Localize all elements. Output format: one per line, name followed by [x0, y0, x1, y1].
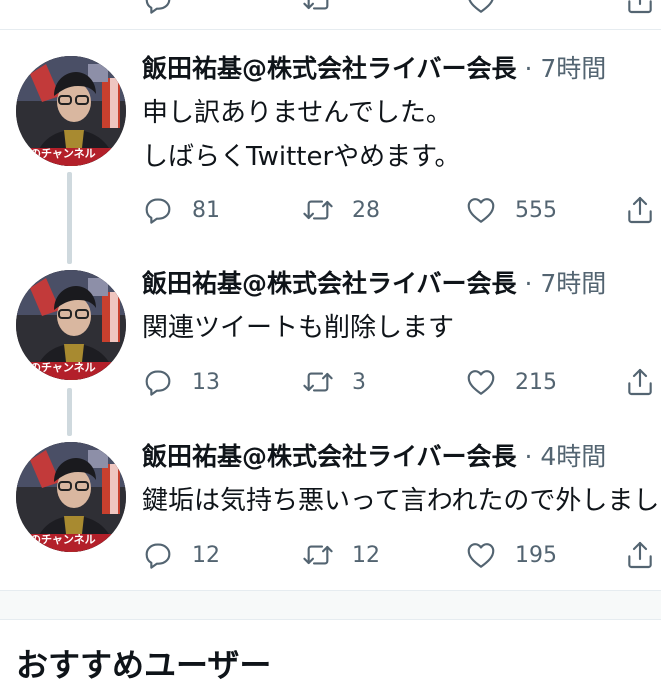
display-name[interactable]: 飯田祐基@株式会社ライバー会長	[142, 442, 517, 471]
retweet-count: 3	[352, 369, 366, 395]
like-button[interactable]: 555	[465, 190, 557, 230]
timestamp[interactable]: 4時間	[540, 442, 606, 471]
share-icon	[624, 194, 656, 226]
share-icon	[624, 539, 656, 571]
like-button[interactable]: 215	[465, 362, 557, 402]
thread-connector	[67, 172, 72, 264]
share-icon	[624, 366, 656, 398]
tweet-action-bar: 81 28 555	[142, 190, 661, 230]
share-button[interactable]	[624, 535, 656, 575]
reply-button[interactable]: 12	[142, 535, 220, 575]
retweet-icon[interactable]	[302, 0, 334, 20]
section-title: おすすめユーザー	[16, 646, 272, 684]
thread-connector	[67, 388, 72, 436]
share-icon[interactable]	[624, 0, 656, 20]
separator: ·	[524, 54, 533, 83]
timestamp[interactable]: 7時間	[540, 54, 606, 83]
display-name[interactable]: 飯田祐基@株式会社ライバー会長	[142, 269, 517, 298]
reply-icon	[142, 366, 174, 398]
like-count: 555	[515, 197, 557, 223]
reply-button[interactable]: 13	[142, 362, 220, 402]
share-button[interactable]	[624, 362, 656, 402]
reply-button[interactable]: 81	[142, 190, 220, 230]
share-button[interactable]	[624, 190, 656, 230]
retweet-count: 17	[355, 0, 383, 5]
divider	[0, 29, 661, 30]
avatar-caption: のチャンネル	[30, 533, 96, 546]
like-count: 215	[515, 369, 557, 395]
tweet-text-line: 申し訳ありませんでした。	[142, 98, 452, 128]
avatar-caption: のチャンネル	[30, 361, 96, 374]
reply-icon	[142, 194, 174, 226]
retweet-count: 28	[352, 197, 380, 223]
retweet-icon	[302, 366, 334, 398]
avatar[interactable]: のチャンネル	[16, 442, 126, 552]
reply-icon[interactable]	[142, 0, 174, 20]
like-icon	[465, 366, 497, 398]
like-button[interactable]: 195	[465, 535, 557, 575]
tweet-action-bar: 13 3 215	[142, 362, 661, 402]
reply-count: 81	[192, 197, 220, 223]
retweet-count: 12	[352, 542, 380, 568]
tweet-header: 飯田祐基@株式会社ライバー会長 · 4時間	[142, 440, 606, 474]
like-icon	[465, 194, 497, 226]
tweet-header: 飯田祐基@株式会社ライバー会長 · 7時間	[142, 52, 606, 86]
reply-count: 13	[192, 369, 220, 395]
retweet-button[interactable]: 12	[302, 535, 380, 575]
tweet-header: 飯田祐基@株式会社ライバー会長 · 7時間	[142, 267, 606, 301]
like-count: 243	[515, 0, 557, 5]
retweet-button[interactable]: 28	[302, 190, 380, 230]
avatar[interactable]: のチャンネル	[16, 56, 126, 166]
retweet-icon	[302, 194, 334, 226]
like-count: 195	[515, 542, 557, 568]
timestamp[interactable]: 7時間	[540, 269, 606, 298]
retweet-icon	[302, 539, 334, 571]
like-icon	[465, 539, 497, 571]
separator: ·	[524, 269, 533, 298]
reply-icon	[142, 539, 174, 571]
tweet-text-line: 関連ツイートも削除します	[142, 313, 455, 343]
section-separator	[0, 590, 661, 620]
avatar-caption: のチャンネル	[30, 147, 96, 160]
tweet-text-line: しばらくTwitterやめます。	[142, 142, 461, 172]
retweet-button[interactable]: 3	[302, 362, 366, 402]
like-icon[interactable]	[465, 0, 497, 20]
display-name[interactable]: 飯田祐基@株式会社ライバー会長	[142, 54, 517, 83]
reply-count: 12	[192, 542, 220, 568]
tweet-text-line: 鍵垢は気持ち悪いって言われたので外しました	[142, 486, 661, 516]
separator: ·	[524, 442, 533, 471]
tweet-action-bar: 12 12 195	[142, 535, 661, 575]
reply-count: 16	[192, 0, 220, 5]
avatar[interactable]: のチャンネル	[16, 270, 126, 380]
previous-tweet-action-bar: 16 17 243	[0, 0, 661, 30]
